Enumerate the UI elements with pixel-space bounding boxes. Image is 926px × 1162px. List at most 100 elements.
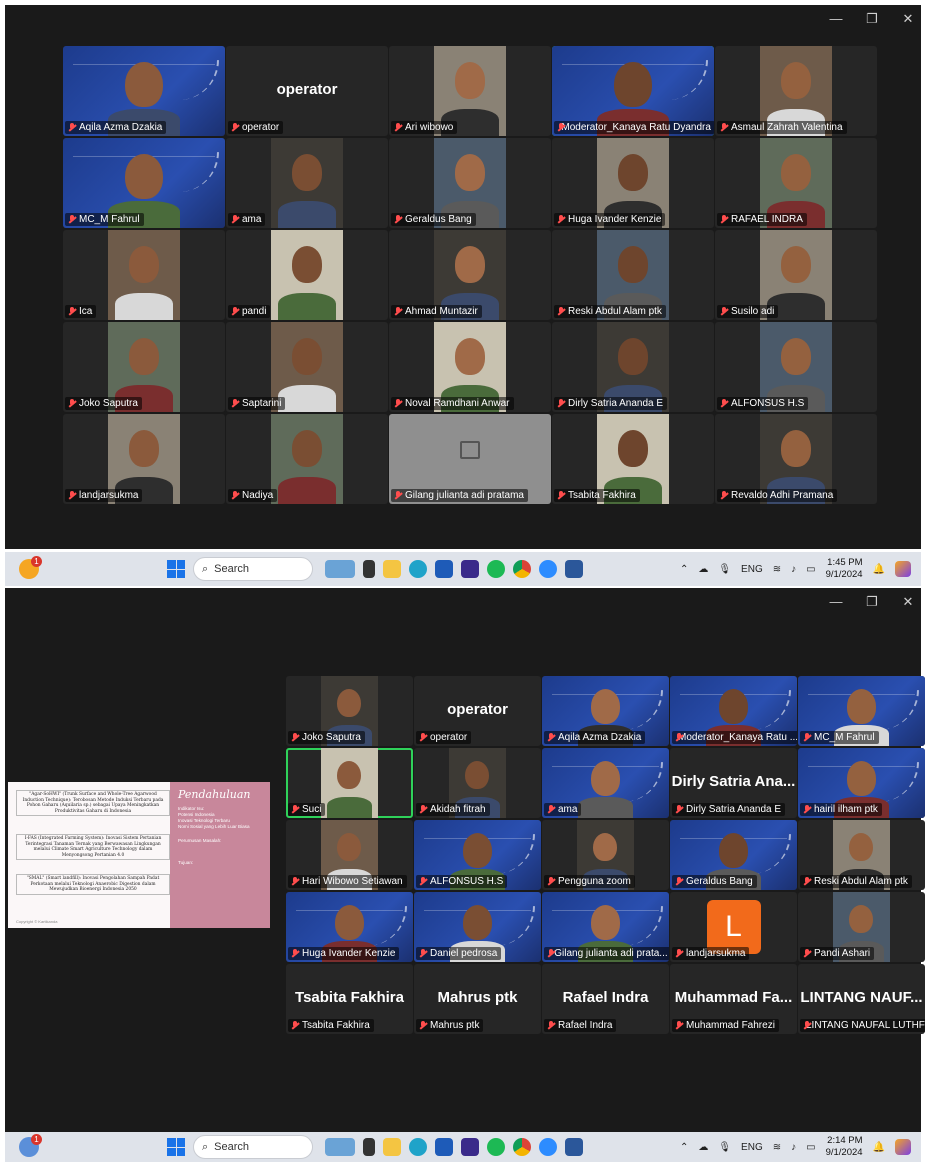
participant-tile[interactable]: Reski Abdul Alam ptk	[798, 820, 925, 890]
participant-tile[interactable]: Gilang julianta adi pratama	[389, 414, 551, 504]
participant-tile[interactable]: MC_M Fahrul	[798, 676, 925, 746]
cloud-icon[interactable]: ☁	[698, 564, 708, 575]
participant-tile[interactable]: ALFONSUS H.S	[414, 820, 541, 890]
notification-bell-icon[interactable]: 🔔	[873, 564, 885, 575]
spotify-icon[interactable]	[487, 560, 505, 578]
edge-icon[interactable]	[409, 1138, 427, 1156]
close-icon[interactable]: ✕	[901, 11, 915, 27]
language-indicator[interactable]: ENG	[741, 564, 763, 575]
weather-icon[interactable]: 1	[19, 556, 42, 579]
participant-tile[interactable]: Geraldus Bang	[670, 820, 797, 890]
microphone-icon[interactable]: 🎙	[718, 1142, 731, 1153]
restore-icon[interactable]: ❐	[865, 594, 879, 610]
chrome-icon[interactable]	[513, 560, 531, 578]
taskbar-search[interactable]: ⌕ Search	[193, 1135, 313, 1159]
participant-tile[interactable]: operator operator	[414, 676, 541, 746]
notification-bell-icon[interactable]: 🔔	[873, 1142, 885, 1153]
zoom-icon[interactable]	[539, 560, 557, 578]
clock[interactable]: 1:45 PM 9/1/2024	[826, 557, 863, 581]
wifi-icon[interactable]: ≋	[773, 564, 781, 575]
participant-tile[interactable]: Dirly Satria Ana... Dirly Satria Ananda E	[670, 748, 797, 818]
participant-tile[interactable]: Huga Ivander Kenzie	[552, 138, 714, 228]
participant-tile[interactable]: Ica	[63, 230, 225, 320]
file-explorer-icon[interactable]	[383, 560, 401, 578]
minimize-icon[interactable]: —	[829, 11, 843, 27]
minimize-icon[interactable]: —	[829, 594, 843, 610]
chrome-icon[interactable]	[513, 1138, 531, 1156]
participant-tile[interactable]: Mahrus ptk Mahrus ptk	[414, 964, 541, 1034]
participant-tile[interactable]: ama	[542, 748, 669, 818]
widgets-icon[interactable]	[325, 560, 355, 578]
participant-tile[interactable]: Dirly Satria Ananda E	[552, 322, 714, 412]
participant-tile[interactable]: Hari Wibowo Setiawan	[286, 820, 413, 890]
store-icon[interactable]	[435, 1138, 453, 1156]
restore-icon[interactable]: ❐	[865, 11, 879, 27]
participant-tile[interactable]: Saptarini	[226, 322, 388, 412]
cloud-icon[interactable]: ☁	[698, 1142, 708, 1153]
weather-icon[interactable]: 1	[19, 1134, 42, 1157]
volume-icon[interactable]: ♪	[791, 564, 796, 575]
participant-tile[interactable]: landjarsukma	[63, 414, 225, 504]
participant-tile[interactable]: Aqila Azma Dzakia	[542, 676, 669, 746]
spotify-icon[interactable]	[487, 1138, 505, 1156]
chevron-up-icon[interactable]: ⌃	[680, 564, 688, 575]
language-indicator[interactable]: ENG	[741, 1142, 763, 1153]
participant-tile[interactable]: Reski Abdul Alam ptk	[552, 230, 714, 320]
participant-tile[interactable]: Revaldo Adhi Pramana	[715, 414, 877, 504]
copilot-icon[interactable]	[895, 1139, 911, 1155]
participant-tile[interactable]: Llandjarsukma	[670, 892, 797, 962]
zoom-icon[interactable]	[539, 1138, 557, 1156]
participant-tile[interactable]: Huga Ivander Kenzie	[286, 892, 413, 962]
participant-tile[interactable]: ALFONSUS H.S	[715, 322, 877, 412]
widgets-icon[interactable]	[325, 1138, 355, 1156]
participant-tile[interactable]: LINTANG NAUF... LINTANG NAUFAL LUTHFI	[798, 964, 925, 1034]
notes-icon[interactable]	[461, 560, 479, 578]
close-icon[interactable]: ✕	[901, 594, 915, 610]
participant-tile[interactable]: Suci	[286, 748, 413, 818]
edge-icon[interactable]	[409, 560, 427, 578]
participant-tile[interactable]: Rafael Indra Rafael Indra	[542, 964, 669, 1034]
participant-tile[interactable]: Susilo adi	[715, 230, 877, 320]
participant-tile[interactable]: Gilang julianta adi prata...	[542, 892, 669, 962]
participant-tile[interactable]: Geraldus Bang	[389, 138, 551, 228]
participant-tile[interactable]: Aqila Azma Dzakia	[63, 46, 225, 136]
participant-tile[interactable]: ama	[226, 138, 388, 228]
participant-tile[interactable]: Noval Ramdhani Anwar	[389, 322, 551, 412]
participant-tile[interactable]: Daniel pedrosa	[414, 892, 541, 962]
participant-tile[interactable]: Pengguna zoom	[542, 820, 669, 890]
participant-tile[interactable]: Joko Saputra	[63, 322, 225, 412]
participant-tile[interactable]: Nadiya	[226, 414, 388, 504]
task-view-icon[interactable]	[363, 1138, 375, 1156]
participant-tile[interactable]: Ari wibowo	[389, 46, 551, 136]
participant-tile[interactable]: Ahmad Muntazir	[389, 230, 551, 320]
microphone-icon[interactable]: 🎙	[718, 564, 731, 575]
notes-icon[interactable]	[461, 1138, 479, 1156]
start-icon[interactable]	[167, 560, 185, 578]
chevron-up-icon[interactable]: ⌃	[680, 1142, 688, 1153]
participant-tile[interactable]: hairil ilham ptk	[798, 748, 925, 818]
copilot-icon[interactable]	[895, 561, 911, 577]
participant-tile[interactable]: Joko Saputra	[286, 676, 413, 746]
participant-tile[interactable]: Muhammad Fa... Muhammad Fahrezi	[670, 964, 797, 1034]
participant-tile[interactable]: pandi	[226, 230, 388, 320]
participant-tile[interactable]: Pandi Ashari	[798, 892, 925, 962]
clock[interactable]: 2:14 PM 9/1/2024	[826, 1135, 863, 1159]
task-view-icon[interactable]	[363, 560, 375, 578]
file-explorer-icon[interactable]	[383, 1138, 401, 1156]
battery-icon[interactable]: ▭	[806, 564, 815, 575]
participant-tile[interactable]: Tsabita Fakhira	[552, 414, 714, 504]
participant-tile[interactable]: operator operator	[226, 46, 388, 136]
battery-icon[interactable]: ▭	[806, 1142, 815, 1153]
word-icon[interactable]	[565, 1138, 583, 1156]
participant-tile[interactable]: Moderator_Kanaya Ratu Dyandra	[552, 46, 714, 136]
word-icon[interactable]	[565, 560, 583, 578]
wifi-icon[interactable]: ≋	[773, 1142, 781, 1153]
participant-tile[interactable]: RAFAEL INDRA	[715, 138, 877, 228]
taskbar-search[interactable]: ⌕ Search	[193, 557, 313, 581]
participant-tile[interactable]: MC_M Fahrul	[63, 138, 225, 228]
participant-tile[interactable]: Asmaul Zahrah Valentina	[715, 46, 877, 136]
store-icon[interactable]	[435, 560, 453, 578]
start-icon[interactable]	[167, 1138, 185, 1156]
volume-icon[interactable]: ♪	[791, 1142, 796, 1153]
participant-tile[interactable]: Tsabita Fakhira Tsabita Fakhira	[286, 964, 413, 1034]
